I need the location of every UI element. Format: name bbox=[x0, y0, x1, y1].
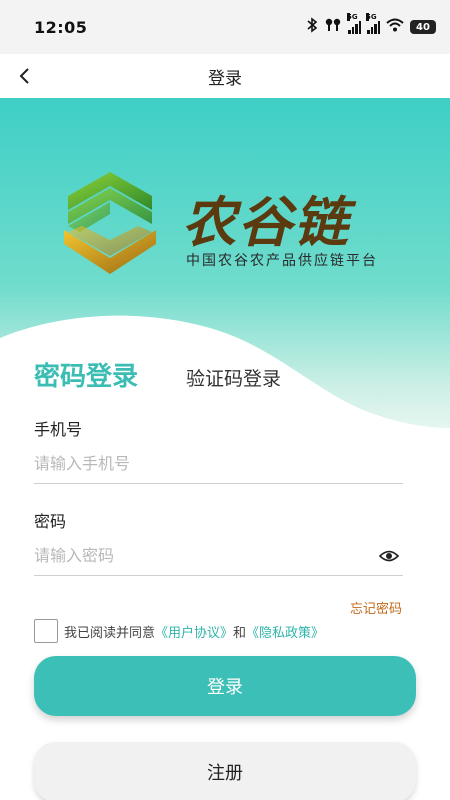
phone-field-container bbox=[34, 444, 403, 484]
password-input[interactable] bbox=[34, 546, 403, 565]
back-button[interactable] bbox=[12, 63, 38, 89]
agreement-and: 和 bbox=[233, 625, 247, 641]
privacy-policy-link[interactable]: 《隐私政策》 bbox=[246, 626, 324, 641]
tab-password-login[interactable]: 密码登录 bbox=[34, 356, 138, 393]
nav-bar: 登录 bbox=[0, 54, 450, 98]
status-bar: 12:05 5G 5G 40 bbox=[0, 0, 450, 54]
phone-label: 手机号 bbox=[34, 420, 83, 439]
battery-icon: 40 bbox=[410, 20, 436, 34]
phone-input[interactable] bbox=[34, 454, 403, 473]
password-field-container bbox=[34, 536, 403, 576]
signal-icon-2: 5G bbox=[366, 13, 380, 34]
agreement-prefix: 我已阅读并同意 bbox=[64, 625, 156, 641]
earbuds-icon bbox=[324, 17, 342, 37]
page-title: 登录 bbox=[208, 68, 242, 89]
agreement-row: 我已阅读并同意《用户协议》和《隐私政策》 bbox=[34, 619, 324, 643]
status-icons: 5G 5G 40 bbox=[306, 13, 436, 37]
bluetooth-icon bbox=[306, 17, 318, 37]
login-button[interactable]: 登录 bbox=[34, 656, 416, 716]
eye-icon[interactable] bbox=[378, 546, 400, 566]
brand-name: 农谷链 bbox=[182, 191, 350, 254]
chevron-left-icon bbox=[19, 68, 29, 84]
leaf-hexagon-logo bbox=[64, 172, 156, 274]
password-label: 密码 bbox=[34, 512, 67, 531]
status-time: 12:05 bbox=[34, 17, 88, 37]
register-button[interactable]: 注册 bbox=[34, 742, 416, 800]
user-agreement-link[interactable]: 《用户协议》 bbox=[155, 626, 233, 641]
wifi-icon bbox=[386, 18, 404, 36]
agreement-checkbox[interactable] bbox=[34, 619, 58, 643]
login-tabs: 密码登录 验证码登录 bbox=[34, 356, 281, 393]
signal-icon-1: 5G bbox=[347, 13, 361, 34]
tab-code-login[interactable]: 验证码登录 bbox=[186, 364, 281, 391]
forgot-password-link[interactable]: 忘记密码 bbox=[350, 598, 402, 617]
brand-subtitle: 中国农谷农产品供应链平台 bbox=[186, 253, 378, 269]
